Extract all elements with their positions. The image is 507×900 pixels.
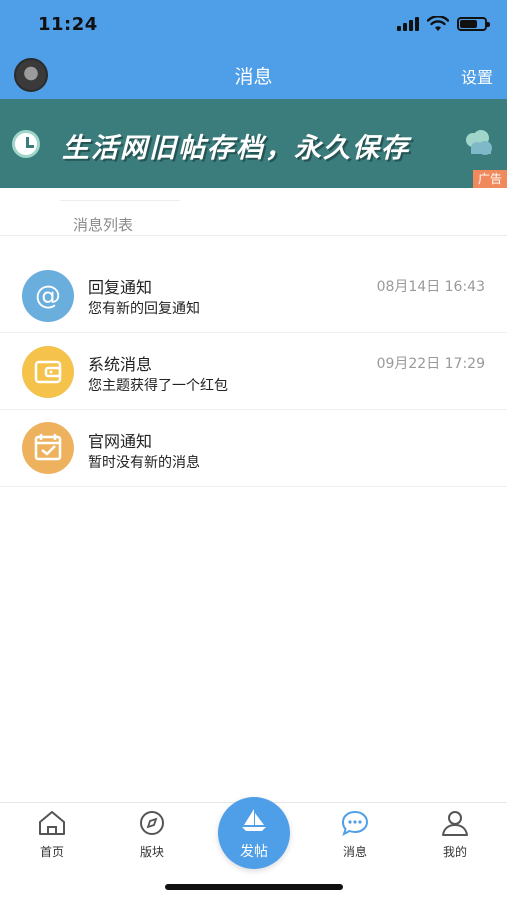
calendar-icon [22,422,74,474]
user-icon [442,811,468,836]
signal-icon [397,17,419,31]
home-indicator [165,884,343,890]
wallet-icon [22,346,74,398]
list-item-subtitle: 您有新的回复通知 [88,301,200,317]
tab-home-label: 首页 [39,845,64,859]
status-icons [397,16,490,32]
tab-messages[interactable]: 消息 [325,809,385,860]
list-item-reply-notice[interactable]: @ 回复通知 您有新的回复通知 08月14日 16:43 [0,256,507,333]
status-bar: 11:24 [0,0,507,50]
tab-forums[interactable]: 版块 [122,809,182,860]
battery-icon [457,17,490,31]
clock-icon [12,130,40,158]
wifi-icon [427,16,449,31]
post-button[interactable]: 发帖 [218,797,290,869]
settings-button[interactable]: 设置 [461,64,493,88]
svg-text:@: @ [35,281,61,311]
home-icon [39,811,65,835]
tab-messages-label: 消息 [342,845,367,859]
list-item-official-notice[interactable]: 官网通知 暂时没有新的消息 [0,410,507,487]
list-item-time: 09月22日 17:29 [376,356,485,372]
cloud-icon [466,130,492,155]
chat-bubble-icon [341,810,369,837]
tab-mine-label: 我的 [442,845,467,859]
nav-bar: 消息 设置 [0,50,507,99]
list-item-subtitle: 暂时没有新的消息 [88,455,200,471]
list-item-title: 系统消息 [88,355,153,374]
section-title: 消息列表 [73,216,134,234]
tab-mine[interactable]: 我的 [425,809,485,860]
at-icon: @ [22,270,74,322]
sailboat-icon [242,809,266,831]
top-bar: 11:24 消息 设置 [0,0,507,99]
ad-badge: 广告 [472,170,507,188]
page-title: 消息 [234,66,273,88]
banner-text: 生活网旧帖存档，永久保存 [62,133,410,164]
list-item-subtitle: 您主题获得了一个红包 [88,378,228,394]
tab-forums-label: 版块 [139,845,164,859]
tab-home[interactable]: 首页 [22,809,82,860]
list-item-title: 回复通知 [88,278,153,297]
list-item-title: 官网通知 [88,432,153,451]
list-item-system-message[interactable]: 系统消息 您主题获得了一个红包 09月22日 17:29 [0,333,507,410]
compass-icon [140,811,164,835]
list-item-time: 08月14日 16:43 [376,279,485,295]
status-time: 11:24 [38,14,98,35]
ad-banner[interactable]: 生活网旧帖存档，永久保存 [0,99,507,188]
post-button-label: 发帖 [240,844,268,860]
section-header: 消息列表 [0,188,507,236]
